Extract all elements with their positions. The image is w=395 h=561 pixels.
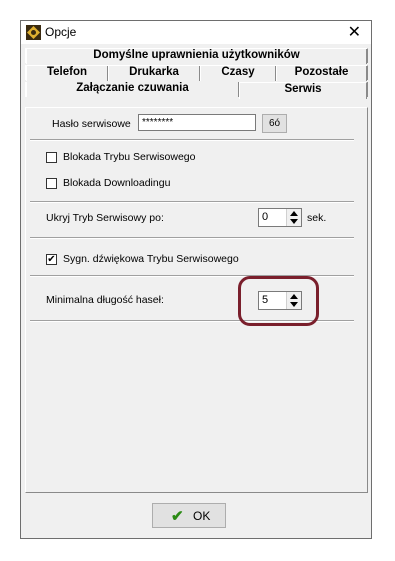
tab-row-3: Załączanie czuwania Serwis: [25, 82, 368, 99]
tab-label: Pozostałe: [294, 66, 349, 78]
spinner-arrows[interactable]: [286, 209, 301, 226]
tab-label: Serwis: [284, 83, 322, 95]
title-bar: Opcje ✕: [21, 21, 371, 44]
app-icon: [26, 25, 41, 40]
tab-drukarka[interactable]: Drukarka: [108, 66, 200, 81]
spin-down-icon[interactable]: [290, 219, 298, 224]
check-icon: ✔: [47, 254, 56, 265]
tab-pozostale[interactable]: Pozostałe: [276, 66, 367, 81]
lock-mode-label: Blokada Trybu Serwisowego: [63, 151, 196, 163]
window-title: Opcje: [45, 25, 77, 39]
spin-up-icon[interactable]: [290, 211, 298, 216]
password-label: Hasło serwisowe: [52, 118, 131, 130]
options-dialog: Opcje ✕ Domyślne uprawnienia użytkownikó…: [20, 20, 372, 539]
ok-label: OK: [193, 509, 211, 523]
separator: [30, 139, 354, 141]
highlight-annotation: [238, 276, 319, 326]
sound-label: Sygn. dźwiękowa Trybu Serwisowego: [63, 253, 239, 265]
separator: [30, 201, 354, 203]
tab-label: Drukarka: [129, 66, 179, 78]
checkmark-icon: ✔: [171, 508, 184, 525]
tab-row-1: Domyślne uprawnienia użytkowników: [25, 48, 368, 64]
tab-label: Domyślne uprawnienia użytkowników: [93, 49, 300, 61]
tab-label: Telefon: [46, 66, 88, 78]
tab-serwis[interactable]: Serwis: [239, 82, 367, 99]
lock-download-checkbox[interactable]: [46, 178, 57, 189]
tab-label: Załączanie czuwania: [76, 82, 189, 94]
ok-button[interactable]: ✔ OK: [152, 503, 226, 528]
tab-label: Czasy: [221, 66, 255, 78]
hide-mode-spinner[interactable]: 0: [258, 208, 302, 227]
lock-mode-checkbox[interactable]: [46, 152, 57, 163]
lock-download-label: Blokada Downloadingu: [63, 177, 171, 189]
hide-mode-label: Ukryj Tryb Serwisowy po:: [46, 212, 164, 224]
hide-mode-value: 0: [262, 211, 269, 223]
tab-telefon[interactable]: Telefon: [26, 66, 108, 81]
password-field[interactable]: ********: [138, 114, 256, 131]
hide-mode-unit: sek.: [307, 212, 327, 224]
min-length-label: Minimalna długość haseł:: [46, 294, 164, 306]
tab-default-permissions[interactable]: Domyślne uprawnienia użytkowników: [26, 49, 367, 64]
sound-checkbox[interactable]: ✔: [46, 254, 57, 265]
close-icon[interactable]: ✕: [348, 22, 361, 42]
tab-row-2: Telefon Drukarka Czasy Pozostałe: [25, 65, 368, 81]
tab-zalaczanie-czuwania[interactable]: Załączanie czuwania: [26, 82, 239, 97]
tab-czasy[interactable]: Czasy: [200, 66, 276, 81]
password-generate-button[interactable]: 6ó: [262, 114, 287, 133]
separator: [30, 237, 354, 239]
